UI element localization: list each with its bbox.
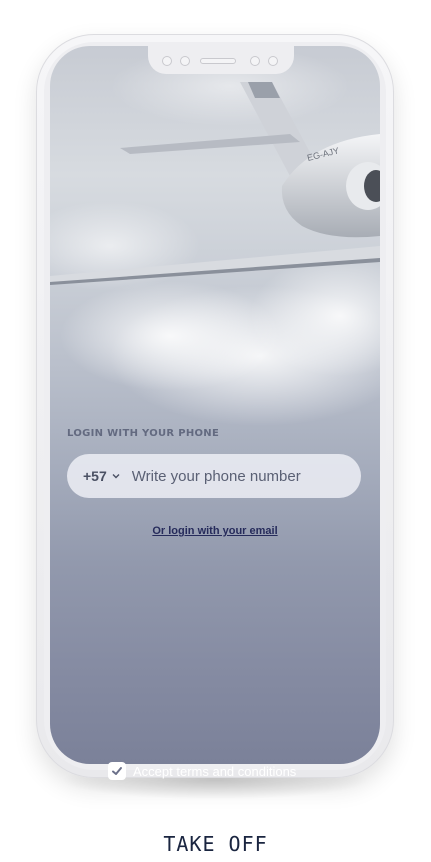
brand-name: TAKE OFF bbox=[163, 832, 268, 856]
country-code-value: +57 bbox=[83, 468, 107, 484]
login-title: LOGIN WITH YOUR PHONE bbox=[67, 428, 220, 439]
email-login-link[interactable]: Or login with your email bbox=[36, 525, 394, 537]
country-code-selector[interactable]: +57 bbox=[83, 468, 120, 484]
terms-row: Accept terms and conditions bbox=[108, 762, 296, 780]
phone-number-input[interactable] bbox=[129, 466, 334, 486]
speaker-grille bbox=[200, 58, 236, 64]
app-stage: EG-AJY LOGIN WITH YOUR PHONE +57 Write y… bbox=[0, 0, 431, 862]
sensor-dot bbox=[162, 56, 172, 66]
phone-notch bbox=[148, 46, 294, 74]
phone-field[interactable]: +57 bbox=[67, 454, 361, 498]
sensor-dot bbox=[180, 56, 190, 66]
background-photo: EG-AJY bbox=[50, 46, 380, 426]
phone-mockup: EG-AJY LOGIN WITH YOUR PHONE +57 Write y… bbox=[36, 34, 394, 780]
phone-screen: EG-AJY bbox=[50, 46, 380, 764]
camera-dot bbox=[250, 56, 260, 66]
chevron-down-icon bbox=[112, 474, 120, 479]
sensor-dot bbox=[268, 56, 278, 66]
terms-checkbox[interactable] bbox=[108, 762, 126, 780]
terms-label: Accept terms and conditions bbox=[133, 763, 297, 779]
checkmark-icon bbox=[112, 767, 122, 775]
